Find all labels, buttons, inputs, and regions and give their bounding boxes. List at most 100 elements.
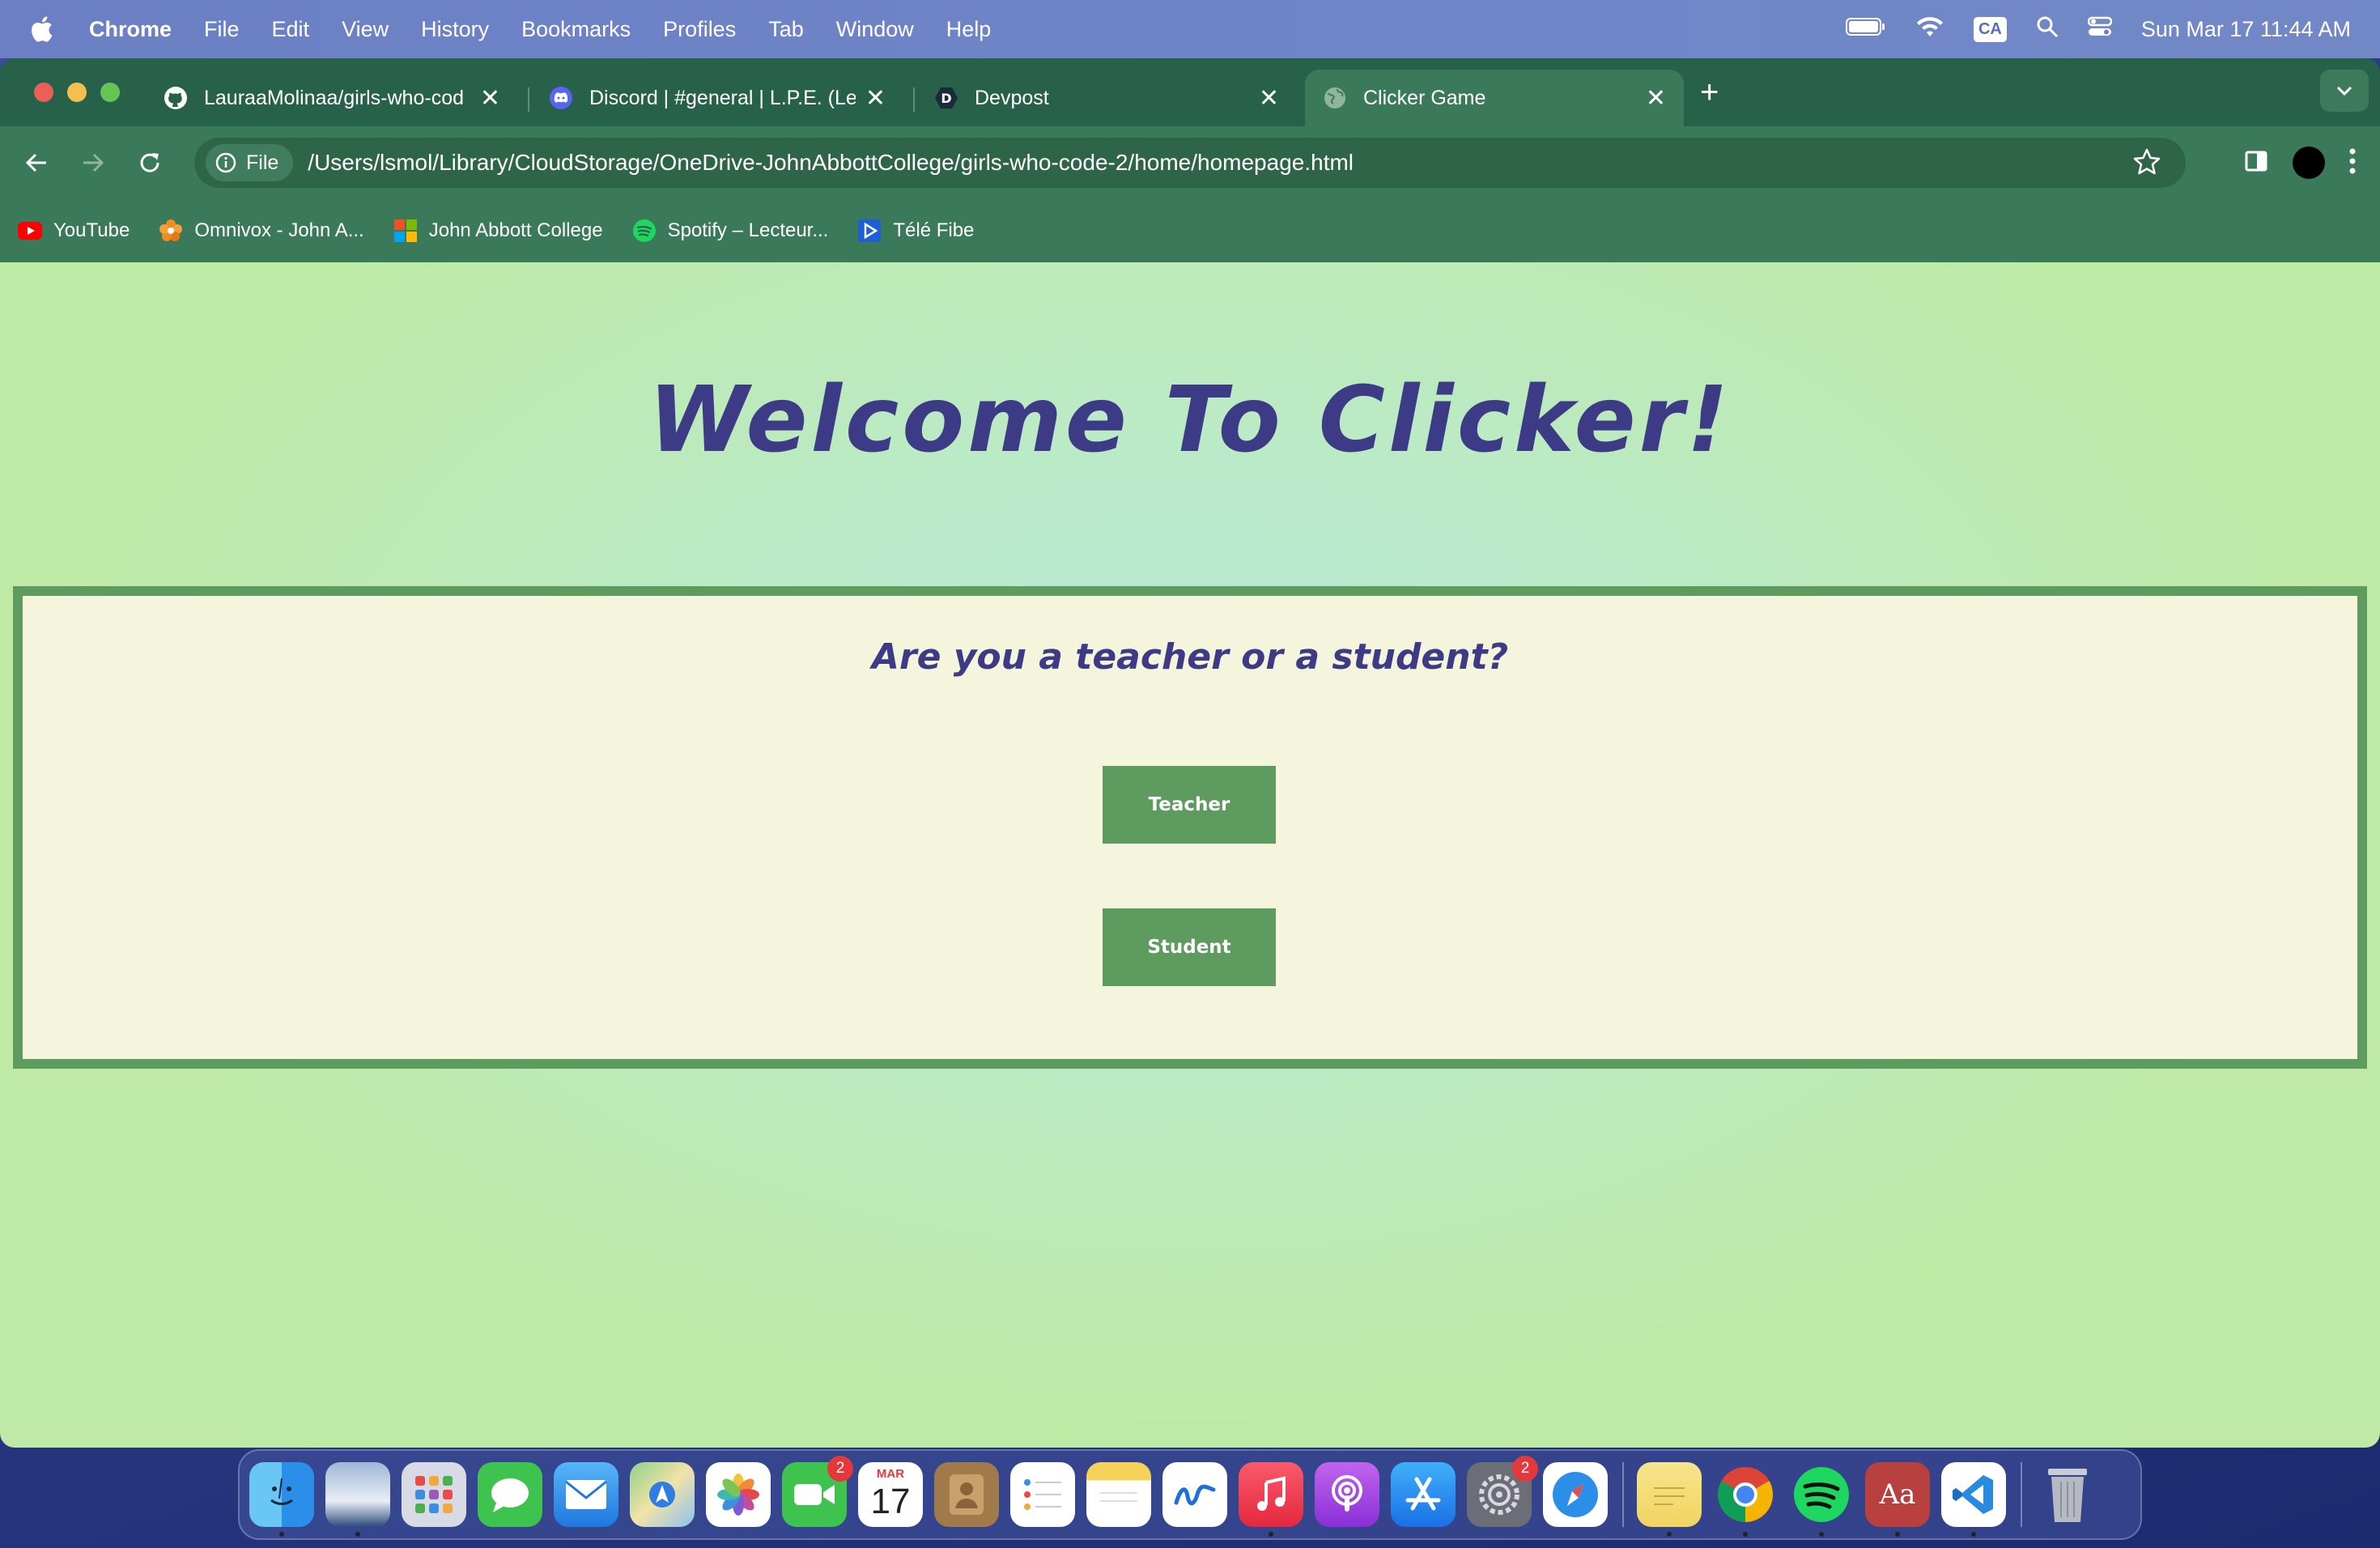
close-tab-icon[interactable]: ✕: [1646, 84, 1666, 113]
tab-title: LauraaMolinaa/girls-who-cod: [204, 86, 464, 109]
tab-github[interactable]: LauraaMolinaa/girls-who-cod ✕: [146, 70, 518, 126]
back-button[interactable]: [8, 151, 65, 175]
new-tab-icon[interactable]: +: [1700, 74, 1719, 111]
reload-icon: [140, 153, 159, 172]
menu-file[interactable]: File: [204, 17, 240, 42]
messages-icon[interactable]: [478, 1462, 542, 1527]
more-menu-icon[interactable]: [2349, 148, 2356, 178]
close-window-button[interactable]: [34, 83, 53, 102]
music-icon[interactable]: [1239, 1462, 1303, 1537]
bookmark-omnivox[interactable]: Omnivox - John A...: [159, 219, 364, 243]
student-button[interactable]: Student: [1103, 908, 1276, 986]
mail-icon[interactable]: [554, 1462, 618, 1527]
url-text[interactable]: /Users/lsmol/Library/CloudStorage/OneDri…: [308, 150, 1354, 176]
vscode-icon[interactable]: [1941, 1462, 2006, 1537]
close-tab-icon[interactable]: ✕: [865, 84, 886, 113]
address-bar[interactable]: File /Users/lsmol/Library/CloudStorage/O…: [194, 138, 2186, 188]
reload-button[interactable]: [121, 151, 178, 175]
bookmark-youtube[interactable]: YouTube: [18, 219, 130, 243]
bookmark-spotify[interactable]: Spotify – Lecteur...: [632, 219, 829, 243]
info-icon: [215, 152, 236, 173]
menu-status-area: CA Sun Mar 17 11:44 AM: [1845, 15, 2351, 44]
bookmark-label: Spotify – Lecteur...: [667, 219, 829, 241]
menu-profiles[interactable]: Profiles: [663, 17, 736, 42]
control-center-icon[interactable]: [2087, 15, 2113, 44]
bookmark-star-icon[interactable]: [2132, 147, 2161, 182]
youtube-icon: [18, 219, 42, 243]
running-indicator: [355, 1532, 360, 1537]
menu-window[interactable]: Window: [836, 17, 914, 42]
profile-avatar[interactable]: [2293, 147, 2325, 179]
input-source-badge[interactable]: CA: [1973, 16, 2007, 42]
minimize-window-button[interactable]: [67, 83, 87, 102]
bookmark-label: YouTube: [53, 219, 130, 241]
tab-discord[interactable]: Discord | #general | L.P.E. (Le ✕: [531, 70, 903, 126]
teacher-button[interactable]: Teacher: [1103, 766, 1276, 844]
maps-icon[interactable]: [630, 1462, 695, 1527]
bookmark-label: Télé Fibe: [893, 219, 975, 241]
web-page: Welcome To Clicker! Are you a teacher or…: [0, 262, 2380, 1448]
role-selection-panel: Are you a teacher or a student? Teacher …: [13, 586, 2367, 1069]
calendar-month: MAR: [876, 1467, 905, 1481]
app-store-icon[interactable]: [1391, 1462, 1456, 1527]
role-question: Are you a teacher or a student?: [871, 636, 1509, 678]
window-controls: [34, 83, 120, 102]
menu-clock[interactable]: Sun Mar 17 11:44 AM: [2141, 17, 2351, 42]
podcasts-icon[interactable]: [1315, 1462, 1379, 1527]
wifi-icon[interactable]: [1915, 15, 1944, 44]
tab-search-button[interactable]: [2320, 70, 2369, 112]
menu-app-name[interactable]: Chrome: [89, 17, 172, 42]
finder-icon[interactable]: [249, 1462, 314, 1537]
notification-badge: 2: [827, 1456, 853, 1482]
facetime-icon[interactable]: 2: [782, 1456, 853, 1527]
page-title: Welcome To Clicker!: [648, 368, 1732, 473]
browser-window: LauraaMolinaa/girls-who-cod ✕ Discord | …: [0, 58, 2380, 1448]
site-info-chip[interactable]: File: [206, 144, 294, 181]
menu-help[interactable]: Help: [946, 17, 992, 42]
contacts-icon[interactable]: [934, 1462, 999, 1527]
bookmark-tele-fibe[interactable]: Télé Fibe: [857, 219, 974, 243]
launchpad-icon[interactable]: [402, 1462, 466, 1527]
close-tab-icon[interactable]: ✕: [480, 84, 500, 113]
photos-icon[interactable]: [706, 1462, 771, 1527]
menu-tab[interactable]: Tab: [768, 17, 804, 42]
spotlight-search-icon[interactable]: [2036, 15, 2059, 44]
spotify-icon: [632, 219, 657, 243]
tab-clicker-game[interactable]: Clicker Game ✕: [1305, 70, 1684, 126]
spotify-dock-icon[interactable]: [1789, 1462, 1854, 1537]
running-indicator: [1667, 1532, 1672, 1537]
bookmark-john-abbott-college[interactable]: John Abbott College: [393, 219, 603, 243]
preview-icon[interactable]: [325, 1462, 390, 1537]
menu-bookmarks[interactable]: Bookmarks: [521, 17, 631, 42]
arrow-left-icon: [25, 153, 46, 172]
notes-icon[interactable]: [1086, 1462, 1151, 1527]
calendar-icon[interactable]: MAR 17: [858, 1462, 923, 1527]
dock-divider: [1622, 1462, 1624, 1527]
trash-icon[interactable]: [2035, 1462, 2100, 1527]
close-tab-icon[interactable]: ✕: [1259, 84, 1279, 113]
running-indicator: [1743, 1532, 1748, 1537]
tab-separator: [913, 87, 915, 112]
scheme-label: File: [246, 151, 279, 174]
zoom-window-button[interactable]: [100, 83, 120, 102]
menu-view[interactable]: View: [342, 17, 389, 42]
dictionary-icon[interactable]: Aa: [1865, 1462, 1930, 1537]
notification-badge: 2: [1512, 1456, 1538, 1482]
safari-icon[interactable]: [1543, 1462, 1608, 1527]
running-indicator: [1269, 1532, 1273, 1537]
freeform-icon[interactable]: [1162, 1462, 1227, 1527]
github-icon: [164, 86, 188, 110]
stickies-icon[interactable]: [1637, 1462, 1702, 1537]
menu-edit[interactable]: Edit: [272, 17, 310, 42]
reminders-icon[interactable]: [1010, 1462, 1075, 1527]
apple-icon[interactable]: [29, 15, 62, 43]
browser-toolbar: File /Users/lsmol/Library/CloudStorage/O…: [0, 126, 2380, 199]
tab-devpost[interactable]: D Devpost ✕: [916, 70, 1297, 126]
chrome-icon[interactable]: [1713, 1462, 1778, 1537]
forward-button[interactable]: [65, 151, 121, 175]
menu-history[interactable]: History: [421, 17, 489, 42]
side-panel-icon[interactable]: [2244, 149, 2268, 177]
battery-icon[interactable]: [1845, 17, 1886, 42]
running-indicator: [279, 1532, 284, 1537]
system-settings-icon[interactable]: 2: [1467, 1456, 1538, 1527]
